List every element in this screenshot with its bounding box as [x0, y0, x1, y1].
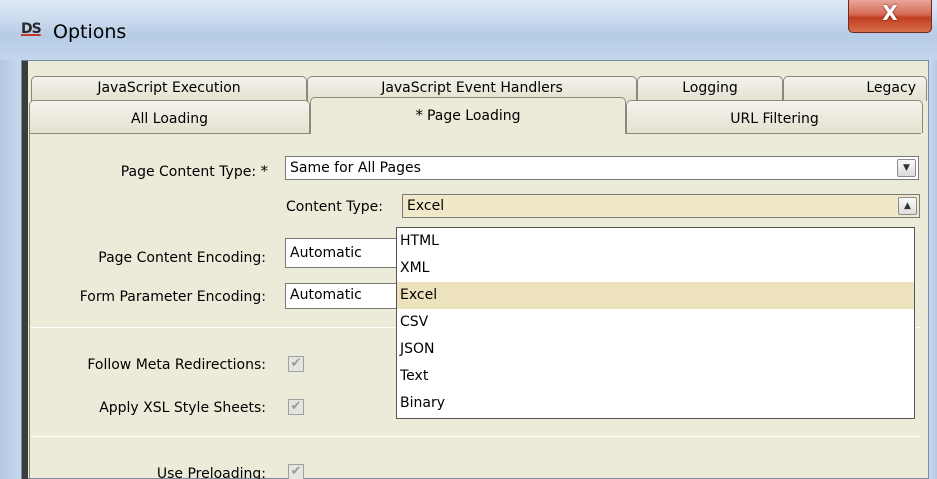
app-icon: DS: [21, 21, 42, 37]
page-content-encoding-select[interactable]: Automatic: [285, 238, 405, 268]
tab-label: JavaScript Event Handlers: [381, 80, 563, 96]
tab-label: Page Loading: [426, 108, 521, 124]
frame-edge: [22, 61, 28, 479]
use-preloading-label: Use Preloading:: [156, 466, 266, 479]
tab-label: URL Filtering: [730, 111, 819, 127]
apply-xsl-style-sheets-checkbox[interactable]: ✔: [288, 399, 304, 415]
options-window: DS Options X JavaScript Execution JavaSc…: [0, 0, 937, 479]
tab-page-loading[interactable]: * Page Loading: [310, 97, 626, 134]
chevron-down-icon[interactable]: ▼: [897, 159, 916, 177]
dropdown-option-text[interactable]: Text: [397, 363, 914, 390]
combo-value: Automatic: [290, 287, 362, 303]
follow-meta-redirections-label: Follow Meta Redirections:: [87, 357, 266, 373]
dropdown-option-excel[interactable]: Excel: [397, 282, 914, 309]
close-icon: X: [882, 1, 898, 25]
dropdown-option-xml[interactable]: XML: [397, 255, 914, 282]
form-parameter-encoding-label: Form Parameter Encoding:: [79, 289, 266, 305]
tab-label: JavaScript Execution: [97, 80, 241, 96]
window-title: Options: [53, 21, 127, 43]
apply-xsl-style-sheets-label: Apply XSL Style Sheets:: [99, 400, 266, 416]
tab-label: Legacy: [866, 80, 916, 96]
title-bar[interactable]: DS Options X: [0, 0, 937, 60]
tab-all-loading[interactable]: All Loading: [29, 100, 310, 133]
tab-javascript-execution[interactable]: JavaScript Execution: [31, 76, 307, 101]
tab-label: All Loading: [130, 111, 209, 127]
dropdown-option-json[interactable]: JSON: [397, 336, 914, 363]
content-type-select[interactable]: Excel ▲: [402, 194, 920, 218]
close-button[interactable]: X: [848, 0, 932, 33]
combo-value: Excel: [407, 198, 445, 214]
window-frame-left: [0, 60, 21, 479]
page-content-encoding-label: Page Content Encoding:: [98, 250, 266, 266]
dropdown-option-html[interactable]: HTML: [397, 228, 914, 255]
page-content-type-label: Page Content Type: *: [120, 162, 269, 180]
section-divider: [30, 436, 920, 437]
tab-label: Logging: [682, 80, 738, 96]
dropdown-option-csv[interactable]: CSV: [397, 309, 914, 336]
combo-value: Automatic: [290, 245, 362, 261]
checkmark-icon: ✔: [290, 464, 302, 479]
modified-star-icon: *: [260, 162, 269, 180]
follow-meta-redirections-checkbox[interactable]: ✔: [288, 356, 304, 372]
modified-star-icon: *: [415, 106, 423, 124]
chevron-up-icon[interactable]: ▲: [898, 197, 917, 215]
tab-url-filtering[interactable]: URL Filtering: [626, 100, 923, 133]
checkmark-icon: ✔: [290, 399, 302, 414]
tab-legacy[interactable]: Legacy: [783, 76, 927, 101]
window-frame-right: [929, 60, 937, 479]
content-type-label: Content Type:: [286, 199, 384, 215]
page-content-type-select[interactable]: Same for All Pages ▼: [285, 156, 919, 180]
dropdown-option-binary[interactable]: Binary: [397, 390, 914, 417]
content-type-dropdown-list[interactable]: HTML XML Excel CSV JSON Text Binary: [396, 227, 915, 419]
combo-value: Same for All Pages: [290, 160, 421, 176]
tab-logging[interactable]: Logging: [637, 76, 783, 101]
checkmark-icon: ✔: [290, 356, 302, 371]
form-parameter-encoding-select[interactable]: Automatic: [285, 283, 405, 309]
use-preloading-checkbox[interactable]: ✔: [288, 464, 304, 479]
